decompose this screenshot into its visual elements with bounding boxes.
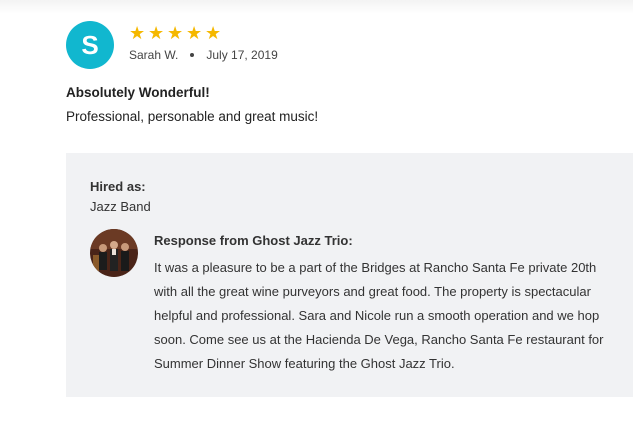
response-line: with all the great wine purveyors and gr…	[154, 284, 591, 299]
vendor-photo-icon	[90, 229, 138, 277]
response-title: Response from Ghost Jazz Trio:	[154, 233, 353, 248]
avatar-initial: S	[81, 30, 99, 60]
review-date: July 17, 2019	[206, 48, 278, 62]
header-shadow	[0, 0, 633, 14]
star-icon: ★	[186, 23, 203, 43]
response-line: helpful and professional. Sara and Nicol…	[154, 308, 600, 323]
vendor-response-panel: Hired as: Jazz Band Response from Ghost …	[66, 153, 633, 397]
review-meta: Sarah W. July 17, 2019	[129, 48, 278, 62]
review-body: Professional, personable and great music…	[66, 109, 319, 124]
star-icon: ★	[167, 23, 184, 43]
reviewer-name: Sarah W.	[129, 48, 179, 62]
review-card: S ★ ★ ★ ★ ★ Sarah W. July 17, 2019 Absol…	[0, 0, 633, 422]
response-line: Summer Dinner Show featuring the Ghost J…	[154, 356, 455, 371]
response-line: soon. Come see us at the Hacienda De Veg…	[154, 332, 604, 347]
star-rating: ★ ★ ★ ★ ★	[129, 23, 222, 43]
hired-as-label: Hired as:	[90, 179, 146, 194]
reviewer-avatar: S	[66, 21, 114, 69]
response-body: It was a pleasure to be a part of the Br…	[154, 256, 633, 376]
review-title: Absolutely Wonderful!	[66, 85, 210, 100]
dot-separator-icon	[190, 53, 195, 57]
star-icon: ★	[148, 23, 165, 43]
vendor-avatar	[90, 229, 138, 277]
hired-as-value: Jazz Band	[90, 199, 151, 214]
star-icon: ★	[129, 23, 146, 43]
star-icon: ★	[205, 23, 222, 43]
response-line: It was a pleasure to be a part of the Br…	[154, 260, 597, 275]
